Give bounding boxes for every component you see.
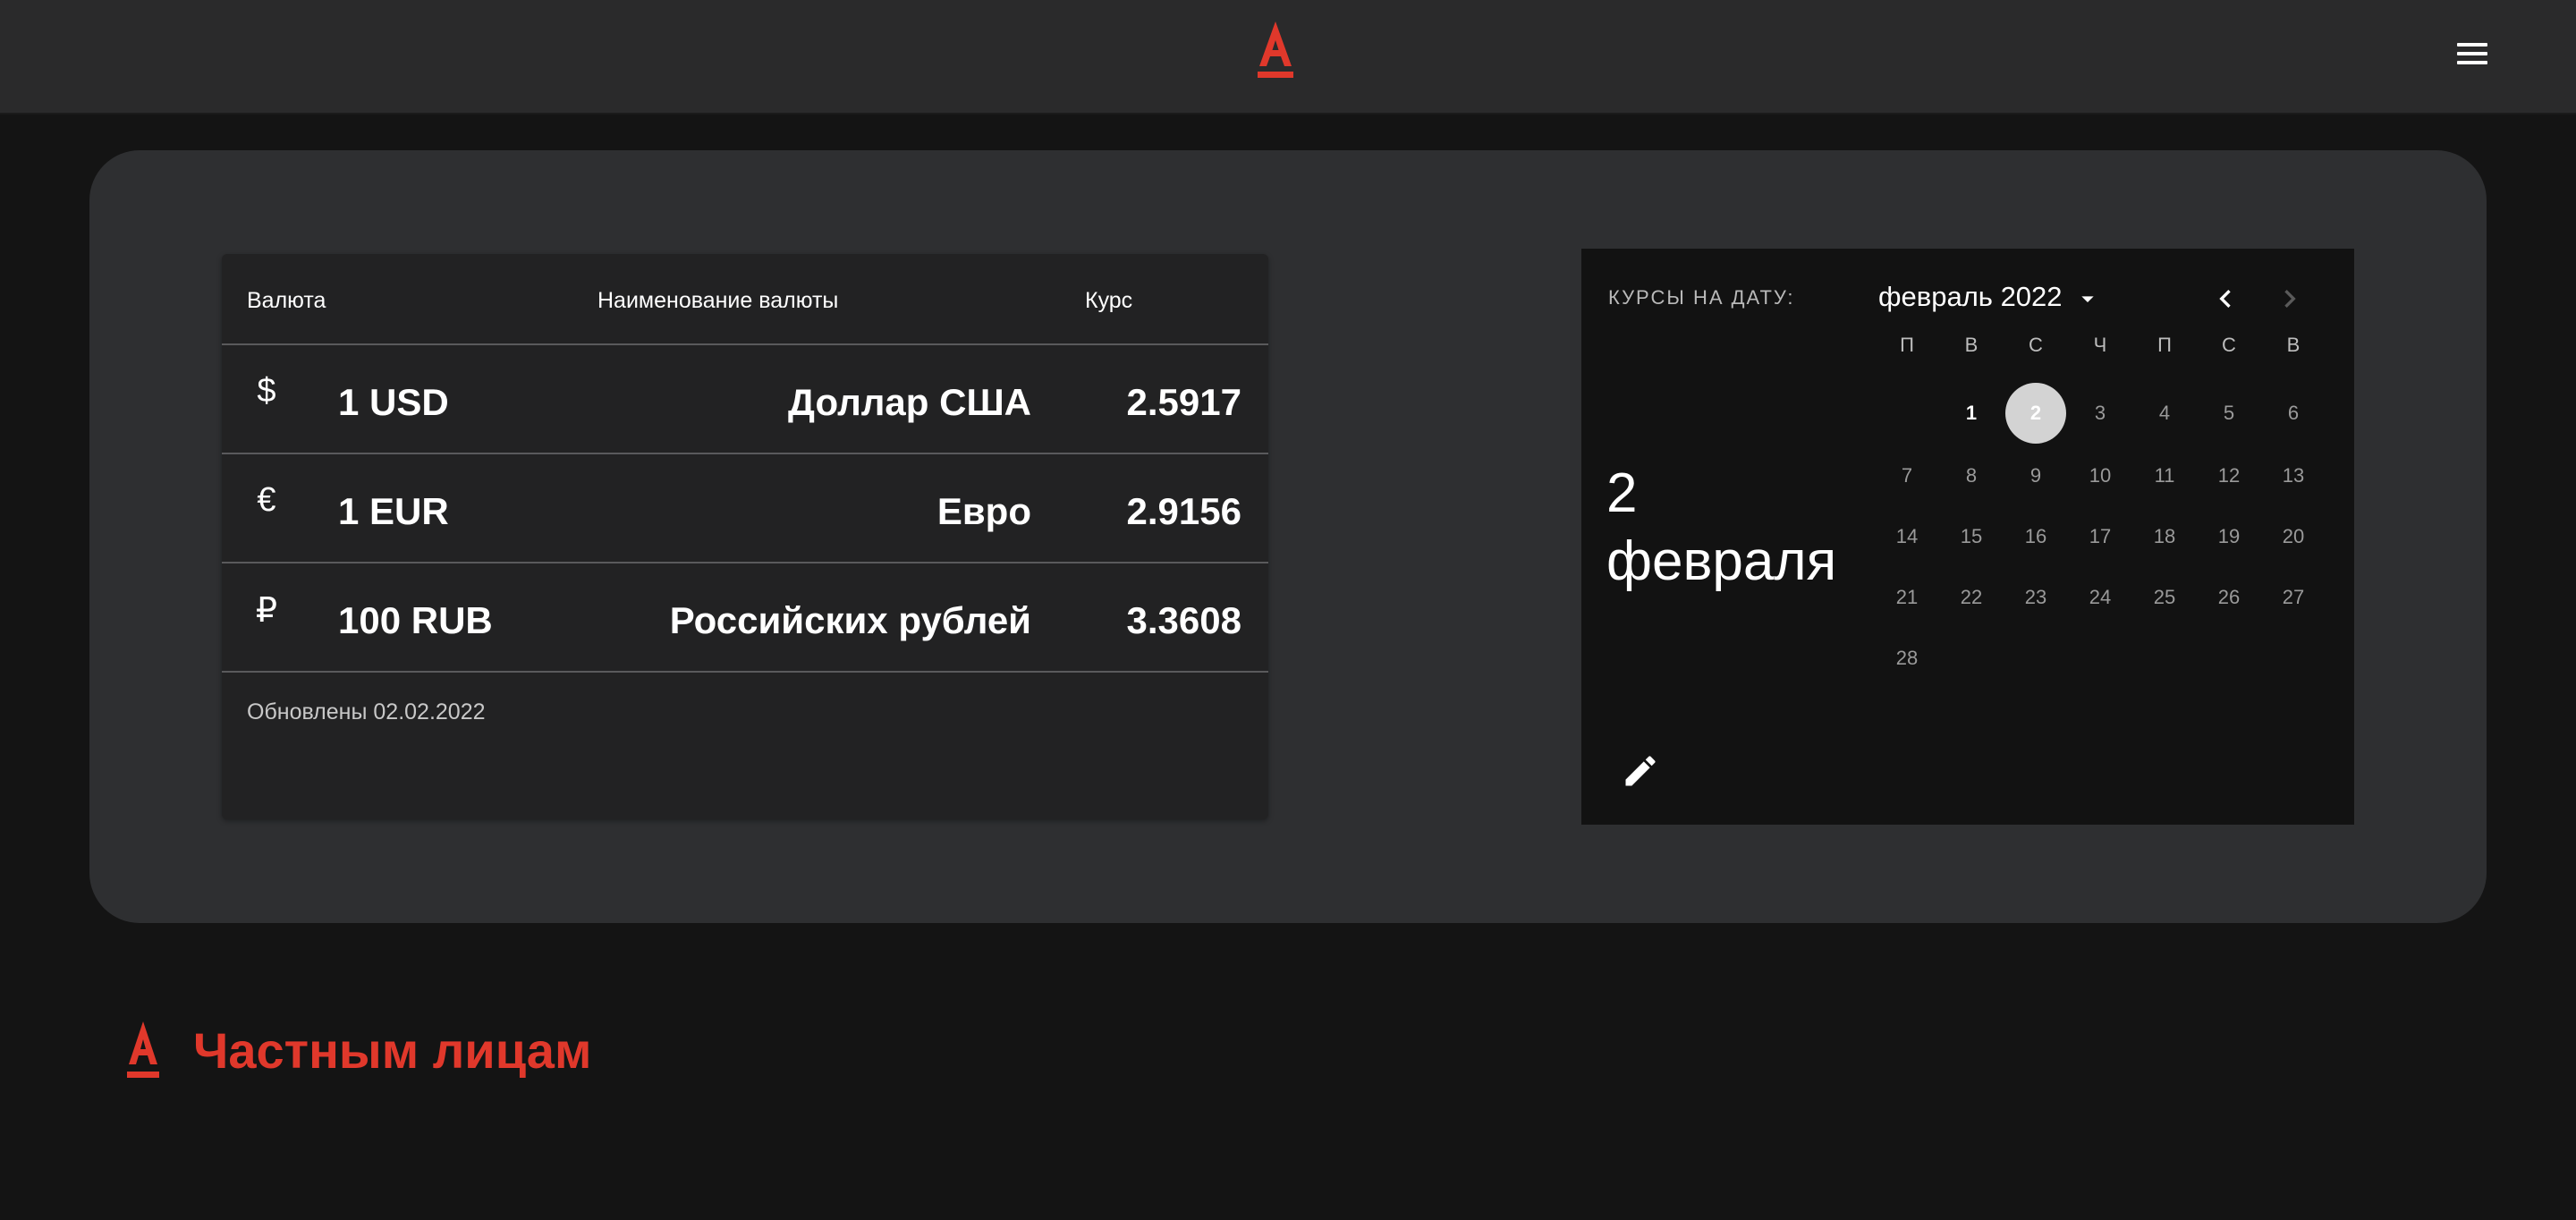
calendar-day[interactable]: 17 bbox=[2070, 506, 2131, 567]
currency-code: 1 EUR bbox=[338, 490, 449, 532]
calendar-day[interactable]: 16 bbox=[2005, 506, 2066, 567]
calendar-day[interactable]: 10 bbox=[2070, 445, 2131, 506]
private-clients-link[interactable]: Частным лицам bbox=[193, 1021, 591, 1080]
calendar-day-selected[interactable]: 2 bbox=[2005, 383, 2066, 444]
weekday-label: В bbox=[2286, 334, 2301, 356]
weekday-label: С bbox=[2222, 334, 2236, 356]
calendar-day[interactable]: 12 bbox=[2199, 445, 2259, 506]
calendar-day[interactable]: 6 bbox=[2263, 383, 2324, 444]
column-header-rate: Курс bbox=[1085, 288, 1133, 313]
calendar-day[interactable]: 13 bbox=[2263, 445, 2324, 506]
picker-label: КУРСЫ НА ДАТУ: bbox=[1608, 286, 1795, 309]
calendar-day[interactable]: 25 bbox=[2134, 567, 2195, 628]
weekday-label: П bbox=[2157, 334, 2172, 356]
currency-code: 100 RUB bbox=[338, 599, 493, 641]
pencil-icon[interactable] bbox=[1621, 751, 1660, 791]
chevron-left-icon[interactable] bbox=[2207, 281, 2243, 317]
top-header bbox=[0, 0, 2576, 114]
calendar-day[interactable]: 26 bbox=[2199, 567, 2259, 628]
calendar-day[interactable]: 7 bbox=[1877, 445, 1937, 506]
selected-date-display: 2 февраля bbox=[1606, 462, 1837, 592]
date-picker: КУРСЫ НА ДАТУ: 2 февраля февраль 2022 ПВ… bbox=[1581, 249, 2354, 825]
calendar-day[interactable]: 27 bbox=[2263, 567, 2324, 628]
calendar-day[interactable]: 14 bbox=[1877, 506, 1937, 567]
chevron-right-icon[interactable] bbox=[2272, 281, 2308, 317]
calendar-day[interactable]: 23 bbox=[2005, 567, 2066, 628]
calendar-day[interactable]: 5 bbox=[2199, 383, 2259, 444]
weekday-label: С bbox=[2029, 334, 2043, 356]
currency-rate: 2.9156 bbox=[1126, 490, 1241, 532]
calendar-day[interactable]: 18 bbox=[2134, 506, 2195, 567]
calendar-day[interactable]: 4 bbox=[2134, 383, 2195, 444]
table-row: ₽ 100 RUB Российских рублей 3.3608 bbox=[222, 563, 1268, 673]
calendar-day[interactable]: 3 bbox=[2070, 383, 2131, 444]
app: Валюта Наименование валюты Курс $ 1 USD … bbox=[0, 0, 2576, 1220]
hamburger-menu-icon[interactable] bbox=[2451, 38, 2494, 77]
year-label: 2022 bbox=[2000, 281, 2063, 312]
caret-down-icon[interactable] bbox=[2073, 284, 2102, 313]
table-row: € 1 EUR Евро 2.9156 bbox=[222, 454, 1268, 563]
column-header-currency: Валюта bbox=[247, 288, 326, 313]
weekday-label: Ч bbox=[2093, 334, 2107, 356]
month-year-selector[interactable]: февраль 2022 bbox=[1878, 281, 2063, 313]
calendar-day[interactable]: 28 bbox=[1877, 628, 1937, 689]
column-header-name: Наименование валюты bbox=[597, 288, 839, 313]
table-header: Валюта Наименование валюты Курс bbox=[222, 254, 1268, 345]
weekday-label: П bbox=[1900, 334, 1914, 356]
euro-icon: € bbox=[257, 481, 276, 519]
calendar-day[interactable]: 24 bbox=[2070, 567, 2131, 628]
currency-name: Доллар США bbox=[788, 381, 1031, 423]
currency-rate: 3.3608 bbox=[1126, 599, 1241, 641]
table-row: $ 1 USD Доллар США 2.5917 bbox=[222, 345, 1268, 454]
calendar-day[interactable]: 20 bbox=[2263, 506, 2324, 567]
currency-code: 1 USD bbox=[338, 381, 449, 423]
dollar-icon: $ bbox=[257, 372, 276, 410]
calendar-day[interactable]: 11 bbox=[2134, 445, 2195, 506]
currency-rate: 2.5917 bbox=[1126, 381, 1241, 423]
weekday-label: В bbox=[1964, 334, 1979, 356]
alfa-bank-logo-icon[interactable] bbox=[1252, 18, 1299, 80]
calendar-day[interactable]: 8 bbox=[1941, 445, 2002, 506]
currency-name: Российских рублей bbox=[669, 599, 1031, 641]
calendar-day[interactable]: 9 bbox=[2005, 445, 2066, 506]
month-label: февраль bbox=[1878, 281, 1993, 312]
calendar-day[interactable]: 21 bbox=[1877, 567, 1937, 628]
calendar-day[interactable]: 1 bbox=[1941, 383, 2002, 444]
calendar-day[interactable]: 22 bbox=[1941, 567, 2002, 628]
ruble-icon: ₽ bbox=[255, 592, 278, 630]
calendar-day[interactable]: 19 bbox=[2199, 506, 2259, 567]
currency-name: Евро bbox=[936, 490, 1031, 532]
calendar-day[interactable]: 15 bbox=[1941, 506, 2002, 567]
alfa-bank-logo-icon[interactable] bbox=[123, 1020, 163, 1080]
updated-text: Обновлены 02.02.2022 bbox=[247, 699, 486, 724]
